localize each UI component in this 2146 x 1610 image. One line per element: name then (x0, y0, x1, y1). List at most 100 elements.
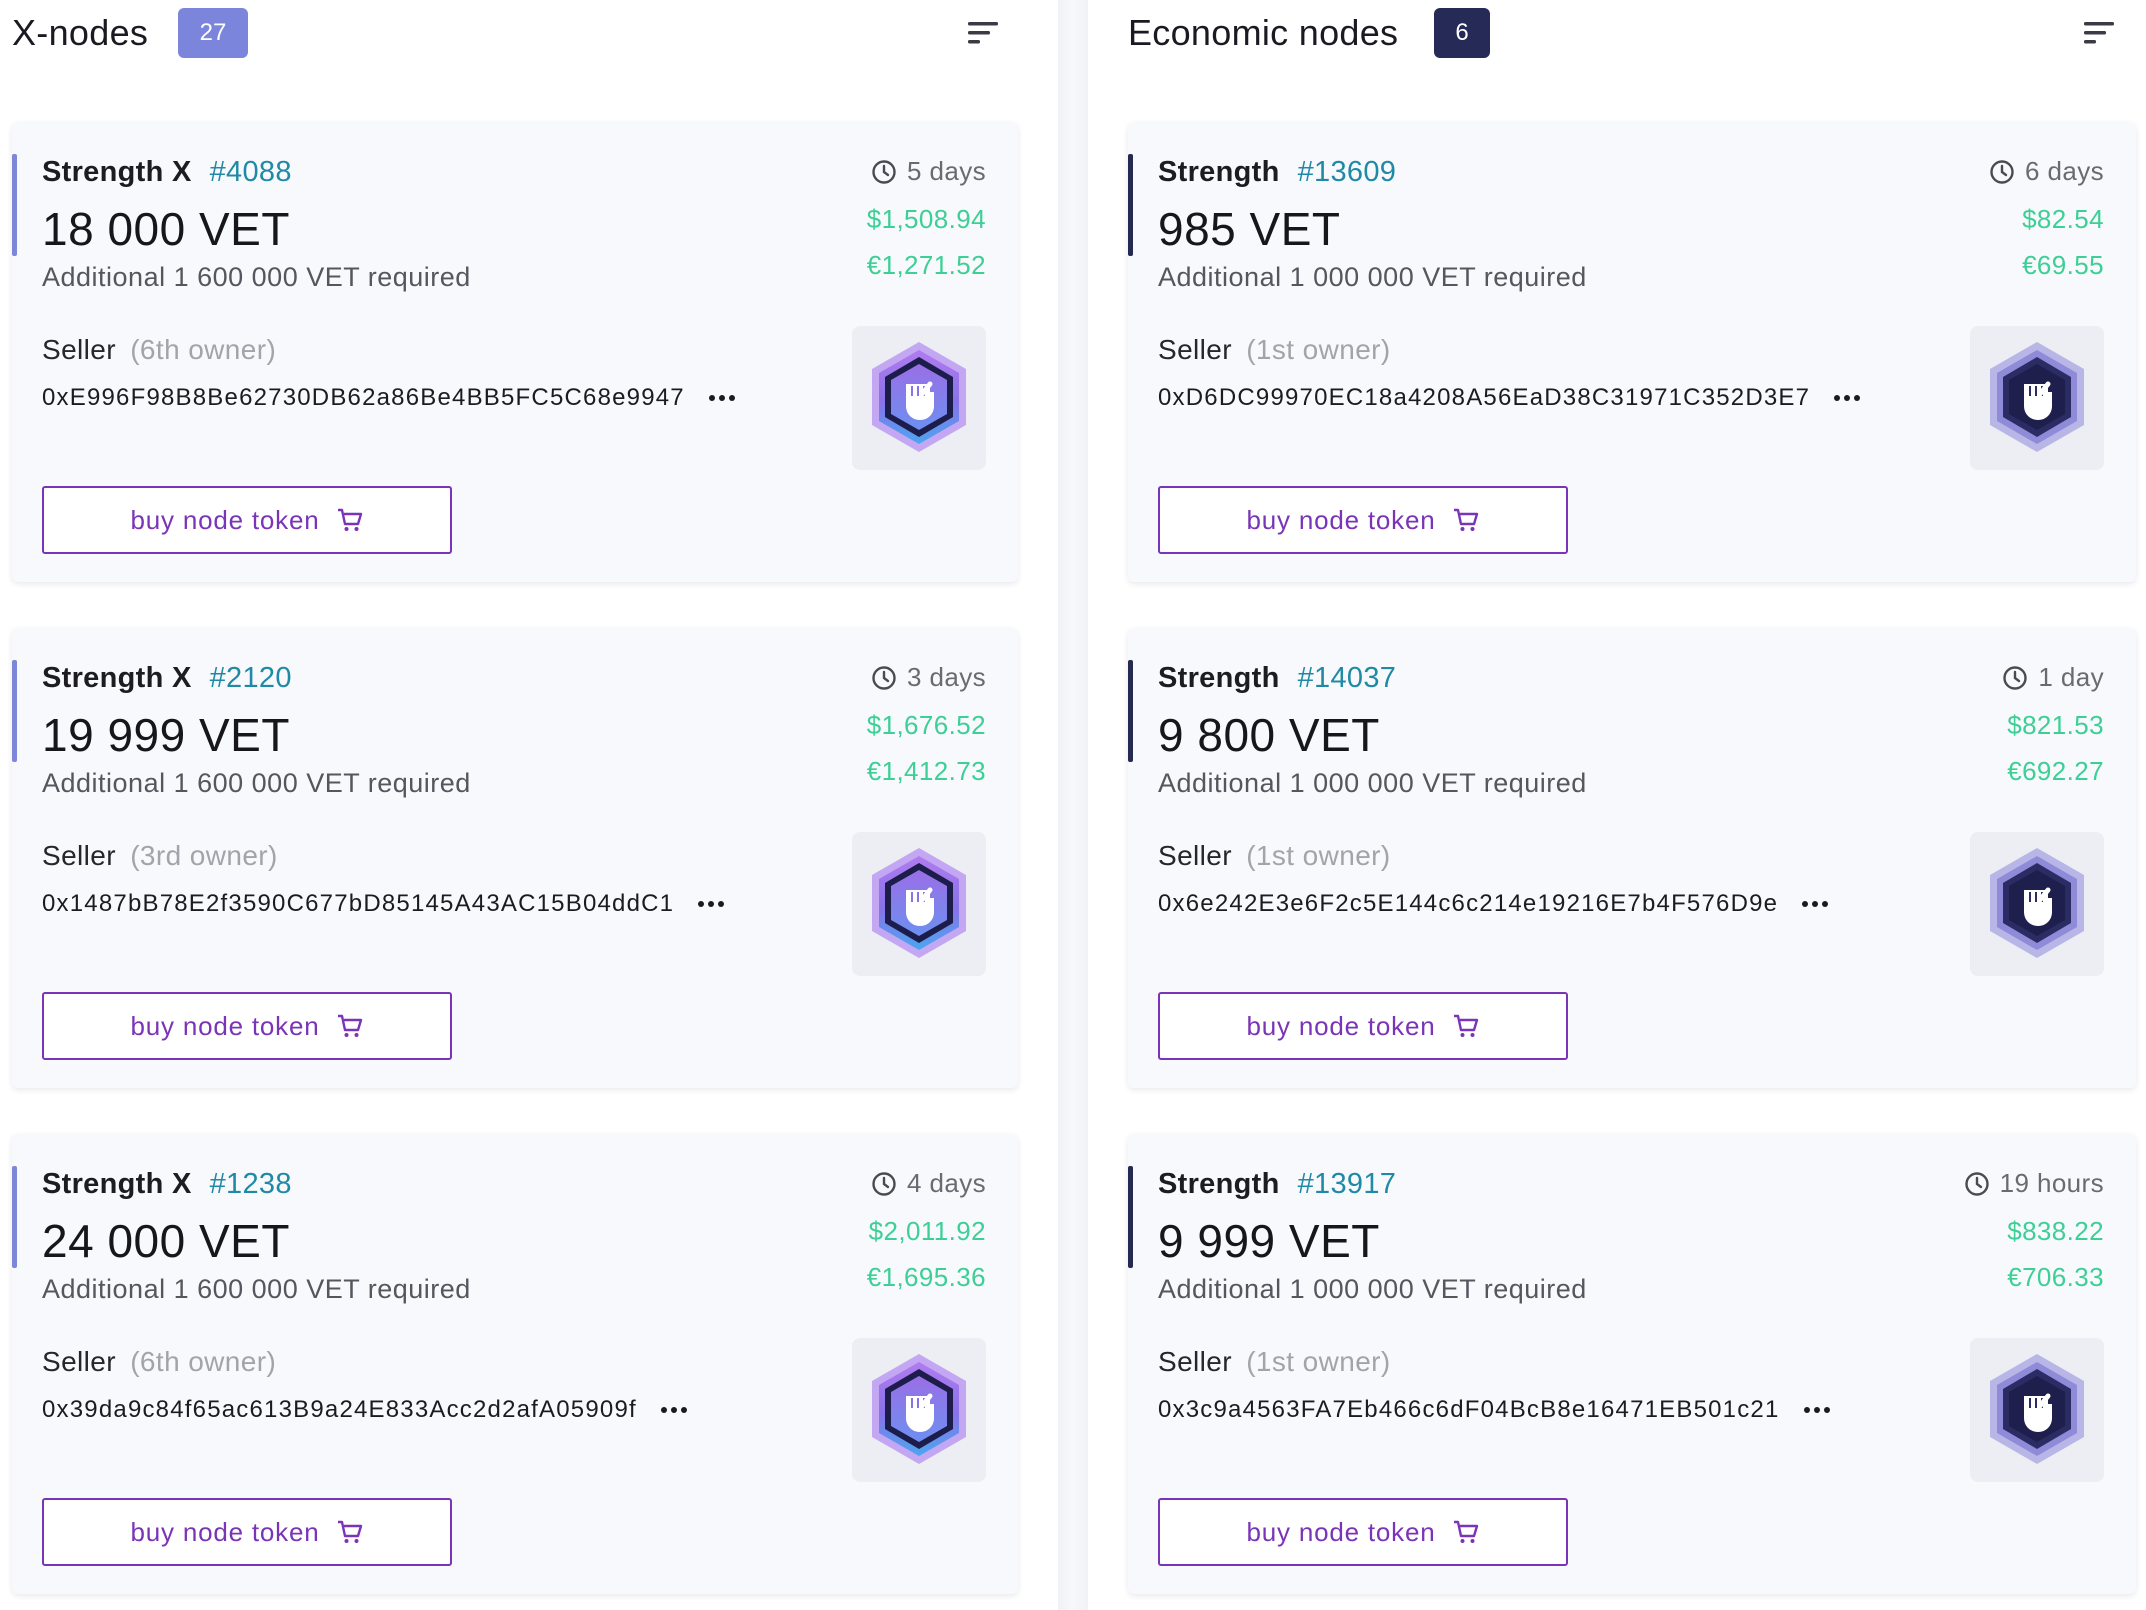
buy-node-token-button[interactable]: buy node token (1158, 1498, 1568, 1566)
more-options-icon[interactable] (1832, 393, 1862, 403)
seller-address: 0x39da9c84f65ac613B9a24E833Acc2d2afA0590… (42, 1396, 689, 1424)
listing-age: 1 day (2002, 662, 2104, 693)
strength-badge-icon (1990, 342, 2084, 452)
strength-badge-icon (1990, 1354, 2084, 1464)
more-options-icon[interactable] (696, 899, 726, 909)
node-id-link[interactable]: #13609 (1298, 156, 1397, 188)
clock-icon (2003, 665, 2028, 690)
node-card: Strength #13609 985 VET Additional 1 000 … (1128, 122, 2136, 582)
eur-value: €706.33 (2007, 1262, 2104, 1292)
cart-icon (337, 1014, 362, 1037)
clock-icon (872, 159, 896, 184)
cart-icon (1453, 508, 1478, 531)
usd-value: $838.22 (2007, 1216, 2104, 1246)
more-options-icon[interactable] (1800, 899, 1830, 909)
node-id-link[interactable]: #2120 (210, 662, 292, 694)
additional-required: Additional 1 600 000 VET required (42, 262, 471, 292)
tier-name: Strength (1158, 662, 1280, 694)
clock-icon (1990, 159, 2014, 184)
cart-icon (337, 508, 362, 531)
economic-title: Economic nodes (1128, 12, 1399, 53)
node-badge-container (852, 326, 986, 470)
listing-age: 3 days (871, 662, 986, 693)
seller-label: Seller (1st owner) (1158, 1346, 1391, 1378)
seller-label-text: Seller (42, 334, 116, 365)
seller-address-text: 0xD6DC99970EC18a4208A56EaD38C31971C352D3… (1158, 384, 1811, 411)
card-accent-bar (1128, 154, 1133, 256)
node-card: Strength #13917 9 999 VET Additional 1 00… (1128, 1134, 2136, 1594)
seller-label: Seller (6th owner) (42, 334, 276, 366)
buy-node-token-button[interactable]: buy node token (1158, 486, 1568, 554)
node-price: 18 000 VET (42, 203, 290, 255)
node-price: 19 999 VET (42, 709, 290, 761)
usd-value: $2,011.92 (868, 1216, 986, 1246)
buy-node-token-button[interactable]: buy node token (42, 1498, 452, 1566)
listing-age: 6 days (1989, 156, 2104, 187)
card-accent-bar (12, 660, 17, 762)
usd-value: $1,676.52 (866, 710, 986, 740)
additional-required: Additional 1 000 000 VET required (1158, 1274, 1587, 1304)
xnodes-title: X-nodes (12, 12, 149, 53)
owner-count: (6th owner) (130, 1346, 277, 1377)
eur-value: €69.55 (2022, 250, 2104, 280)
economic-count-badge: 6 (1434, 8, 1490, 58)
usd-value: $821.53 (2007, 710, 2104, 740)
clock-icon (872, 665, 896, 690)
seller-label: Seller (1st owner) (1158, 334, 1391, 366)
card-accent-bar (12, 154, 17, 256)
strength-badge-icon (1990, 848, 2084, 958)
node-tier: Strength X #2120 (42, 662, 292, 695)
node-market-page: X-nodes 27 Strength X #4088 18 000 VET Ad… (0, 0, 2146, 1610)
buy-node-token-label: buy node token (1246, 504, 1436, 535)
more-options-icon[interactable] (659, 1405, 689, 1415)
node-tier: Strength #14037 (1158, 662, 1396, 695)
buy-node-token-button[interactable]: buy node token (1158, 992, 1568, 1060)
seller-label-text: Seller (1158, 1346, 1232, 1377)
node-tier: Strength X #4088 (42, 156, 292, 189)
seller-label-text: Seller (42, 1346, 116, 1377)
node-price: 9 800 VET (1158, 709, 1380, 761)
node-id-link[interactable]: #4088 (210, 156, 292, 188)
buy-node-token-button[interactable]: buy node token (42, 992, 452, 1060)
eur-value: €692.27 (2007, 756, 2104, 786)
xnodes-sort-icon[interactable] (966, 18, 1000, 48)
usd-value: $82.54 (2022, 204, 2104, 234)
node-badge-container (852, 1338, 986, 1482)
buy-node-token-label: buy node token (1246, 1516, 1436, 1547)
more-options-icon[interactable] (707, 393, 737, 403)
node-tier: Strength X #1238 (42, 1168, 292, 1201)
seller-address-text: 0x6e242E3e6F2c5E144c6c214e19216E7b4F576D… (1158, 890, 1779, 917)
seller-label: Seller (3rd owner) (42, 840, 278, 872)
node-tier: Strength #13917 (1158, 1168, 1396, 1201)
eur-value: €1,412.73 (866, 756, 986, 786)
seller-label: Seller (1st owner) (1158, 840, 1391, 872)
listing-age-text: 5 days (906, 156, 986, 186)
clock-icon (1964, 1171, 1989, 1196)
additional-required: Additional 1 600 000 VET required (42, 768, 471, 798)
clock-icon (872, 1171, 896, 1196)
economic-header: Economic nodes 6 (1100, 0, 2146, 110)
node-id-link[interactable]: #13917 (1298, 1168, 1397, 1200)
seller-address: 0x6e242E3e6F2c5E144c6c214e19216E7b4F576D… (1158, 890, 1830, 918)
owner-count: (1st owner) (1246, 334, 1391, 365)
buy-node-token-button[interactable]: buy node token (42, 486, 452, 554)
node-id-link[interactable]: #1238 (210, 1168, 292, 1200)
buy-node-token-label: buy node token (130, 1010, 320, 1041)
seller-label: Seller (6th owner) (42, 1346, 276, 1378)
strength-x-badge-icon (872, 1354, 966, 1464)
seller-address: 0xE996F98B8Be62730DB62a86Be4BB5FC5C68e99… (42, 384, 737, 412)
seller-address: 0xD6DC99970EC18a4208A56EaD38C31971C352D3… (1158, 384, 1862, 412)
owner-count: (1st owner) (1246, 840, 1391, 871)
buy-node-token-label: buy node token (130, 1516, 320, 1547)
more-options-icon[interactable] (1802, 1405, 1832, 1415)
additional-required: Additional 1 000 000 VET required (1158, 262, 1587, 292)
node-badge-container (852, 832, 986, 976)
tier-name: Strength (1158, 1168, 1280, 1200)
node-badge-container (1970, 326, 2104, 470)
node-price: 985 VET (1158, 203, 1341, 255)
node-id-link[interactable]: #14037 (1298, 662, 1397, 694)
listing-age: 5 days (871, 156, 986, 187)
economic-sort-icon[interactable] (2082, 18, 2116, 48)
seller-label-text: Seller (1158, 840, 1232, 871)
additional-required: Additional 1 600 000 VET required (42, 1274, 471, 1304)
